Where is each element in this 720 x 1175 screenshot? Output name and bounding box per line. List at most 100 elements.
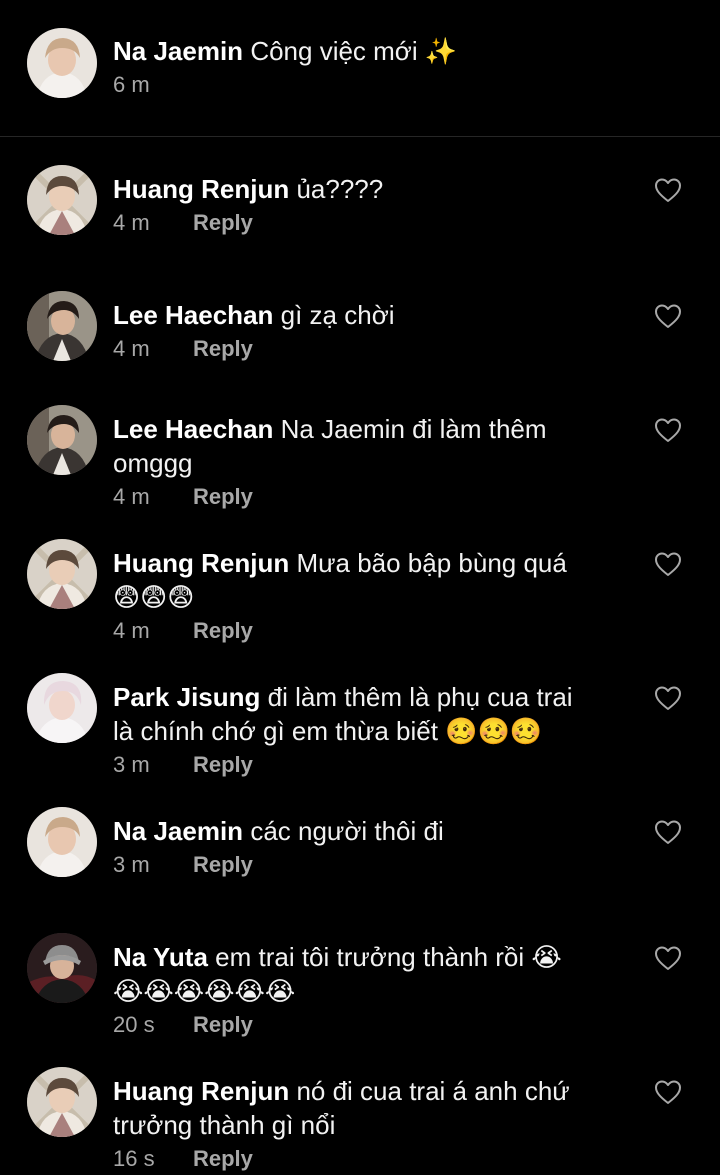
comment-text: em trai tôi trưởng thành rồi 😭 (215, 942, 562, 972)
comment-username[interactable]: Huang Renjun (113, 548, 289, 578)
comment-text: trưởng thành gì nổi (113, 1110, 336, 1140)
avatar-photo (27, 539, 97, 609)
like-button[interactable] (654, 685, 682, 711)
comment-meta: 16 s Reply (113, 1144, 633, 1174)
comment-text-line: Huang Renjun ủa???? (113, 172, 633, 206)
comment-text-line: Lee Haechan gì zạ chời (113, 298, 633, 332)
comment-text-line: Lee Haechan Na Jaemin đi làm thêm (113, 412, 633, 446)
comment-username[interactable]: Na Yuta (113, 942, 208, 972)
reply-button[interactable]: Reply (193, 752, 253, 777)
reply-button[interactable]: Reply (193, 1012, 253, 1037)
comment-avatar[interactable] (27, 539, 97, 609)
reply-button[interactable]: Reply (193, 210, 253, 235)
like-button[interactable] (654, 551, 682, 577)
comment-text-line: 😨😨😨 (113, 580, 633, 614)
post-caption: Công việc mới ✨ (250, 36, 458, 66)
comment: Lee Haechan Na Jaemin đi làm thêm omggg 4 … (113, 412, 633, 512)
comment-meta: 20 s Reply (113, 1010, 633, 1040)
like-button[interactable] (654, 303, 682, 329)
comment-text-line: omggg (113, 446, 633, 480)
comment-time: 16 s (113, 1146, 155, 1171)
comment: Huang Renjun ủa???? 4 m Reply (113, 172, 633, 238)
avatar-photo (27, 165, 97, 235)
comment-time: 20 s (113, 1012, 155, 1037)
comment: Huang Renjun Mưa bão bập bùng quá 😨😨😨 4 mR… (113, 546, 633, 646)
comment-text: là chính chớ gì em thừa biết 🥴🥴🥴 (113, 716, 543, 746)
comment-text-line: Na Yuta em trai tôi trưởng thành rồi 😭 (113, 940, 633, 974)
avatar-photo (27, 807, 97, 877)
comment-text: ủa???? (296, 174, 384, 204)
comment-avatar[interactable] (27, 405, 97, 475)
heart-outline-icon (655, 946, 681, 970)
post-header: Na Jaemin Công việc mới ✨ 6 m (0, 0, 720, 137)
comment-username[interactable]: Huang Renjun (113, 174, 289, 204)
comment: Park Jisung đi làm thêm là phụ cua trai l… (113, 680, 633, 780)
like-button[interactable] (654, 1079, 682, 1105)
comment-meta: 4 m Reply (113, 208, 633, 238)
comment-text-line: Huang Renjun nó đi cua trai á anh chứ (113, 1074, 633, 1108)
post-caption-block: Na Jaemin Công việc mới ✨ 6 m (113, 34, 633, 100)
heart-outline-icon (655, 304, 681, 328)
reply-button[interactable]: Reply (193, 618, 253, 643)
comment: Huang Renjun nó đi cua trai á anh chứ trư… (113, 1074, 633, 1174)
reply-button[interactable]: Reply (193, 336, 253, 361)
comment-avatar[interactable] (27, 807, 97, 877)
comment-time: 4 m (113, 484, 150, 509)
like-button[interactable] (654, 417, 682, 443)
comment-avatar[interactable] (27, 165, 97, 235)
comment-avatar[interactable] (27, 673, 97, 743)
post-time: 6 m (113, 72, 150, 97)
heart-outline-icon (655, 178, 681, 202)
avatar-photo (27, 673, 97, 743)
avatar-photo (27, 28, 97, 98)
comment-time: 4 m (113, 618, 150, 643)
comment-text: đi làm thêm là phụ cua trai (267, 682, 573, 712)
comment: Na Jaemin các người thôi đi 3 m Reply (113, 814, 633, 880)
comment-username[interactable]: Huang Renjun (113, 1076, 289, 1106)
comment-username[interactable]: Lee Haechan (113, 414, 273, 444)
heart-outline-icon (655, 552, 681, 576)
heart-outline-icon (655, 418, 681, 442)
comment-avatar[interactable] (27, 291, 97, 361)
comment-meta: 4 m Reply (113, 334, 633, 364)
comment-text-line: 😭😭😭😭😭😭 (113, 974, 633, 1008)
avatar[interactable] (27, 28, 97, 98)
like-button[interactable] (654, 177, 682, 203)
comment-text-line: Huang Renjun Mưa bão bập bùng quá (113, 546, 633, 580)
post-caption-line: Na Jaemin Công việc mới ✨ (113, 34, 633, 68)
comment-meta: 3 m Reply (113, 850, 633, 880)
avatar-photo (27, 1067, 97, 1137)
comment-avatar[interactable] (27, 933, 97, 1003)
comment: Na Yuta em trai tôi trưởng thành rồi 😭 😭😭… (113, 940, 633, 1040)
reply-button[interactable]: Reply (193, 852, 253, 877)
like-button[interactable] (654, 945, 682, 971)
comment-text-line: là chính chớ gì em thừa biết 🥴🥴🥴 (113, 714, 633, 748)
comment-text: Mưa bão bập bùng quá (296, 548, 567, 578)
avatar-photo (27, 291, 97, 361)
avatar-photo (27, 933, 97, 1003)
comment-meta: 4 m Reply (113, 482, 633, 512)
comment-meta: 3 m Reply (113, 750, 633, 780)
reply-button[interactable]: Reply (193, 484, 253, 509)
comment-avatar[interactable] (27, 1067, 97, 1137)
heart-outline-icon (655, 1080, 681, 1104)
comment-username[interactable]: Na Jaemin (113, 816, 243, 846)
comment-text: 😭😭😭😭😭😭 (113, 976, 296, 1006)
comment-username[interactable]: Park Jisung (113, 682, 260, 712)
heart-outline-icon (655, 820, 681, 844)
like-button[interactable] (654, 819, 682, 845)
comment-text: nó đi cua trai á anh chứ (296, 1076, 570, 1106)
comment-text: gì zạ chời (280, 300, 395, 330)
reply-button[interactable]: Reply (193, 1146, 253, 1171)
avatar-photo (27, 405, 97, 475)
comment-text: omggg (113, 448, 193, 478)
post-meta: 6 m (113, 70, 633, 100)
post-username[interactable]: Na Jaemin (113, 36, 243, 66)
comment-text: 😨😨😨 (113, 582, 195, 612)
comment-meta: 4 m Reply (113, 616, 633, 646)
comment-username[interactable]: Lee Haechan (113, 300, 273, 330)
comment-time: 3 m (113, 852, 150, 877)
comment-text: Na Jaemin đi làm thêm (280, 414, 547, 444)
comment-text-line: Park Jisung đi làm thêm là phụ cua trai (113, 680, 633, 714)
comment-time: 4 m (113, 336, 150, 361)
